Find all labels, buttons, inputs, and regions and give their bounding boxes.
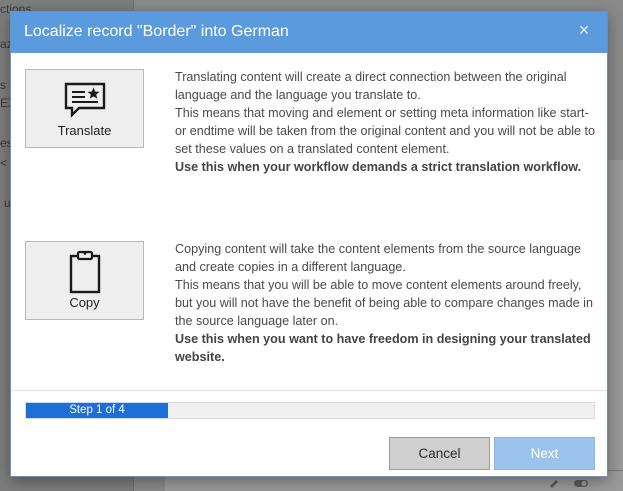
background-toolbar-icons [548,478,592,491]
copy-description: Copying content will take the content el… [175,240,600,366]
description-text: Translating content will create a direct… [175,70,567,102]
progress-step-label: Step 1 of 4 [69,404,125,416]
close-icon[interactable]: × [575,21,593,39]
divider [11,390,607,391]
chat-star-icon [26,81,143,124]
wizard-progress-bar: Step 1 of 4 [25,402,595,419]
translate-button[interactable]: Translate [25,69,144,148]
copy-button-label: Copy [69,295,100,310]
description-text: This means that moving and element or se… [175,106,596,156]
clipboard-icon [26,250,143,299]
description-emphasis: Use this when your workflow demands a st… [175,160,582,174]
cancel-button[interactable]: Cancel [389,437,490,470]
copy-button[interactable]: Copy [25,241,144,320]
background-panel [608,160,623,491]
translate-description: Translating content will create a direct… [175,68,600,176]
translate-button-label: Translate [57,123,112,138]
dialog-title: Localize record "Border" into German [24,23,289,40]
localize-dialog: Localize record "Border" into German × T… [10,11,608,477]
next-button[interactable]: Next [494,437,595,470]
description-text: This means that you will be able to move… [175,278,593,328]
description-emphasis: Use this when you want to have freedom i… [175,332,591,364]
background-text: < [0,156,8,170]
dialog-header: Localize record "Border" into German × [11,12,607,53]
description-text: Copying content will take the content el… [175,242,582,274]
